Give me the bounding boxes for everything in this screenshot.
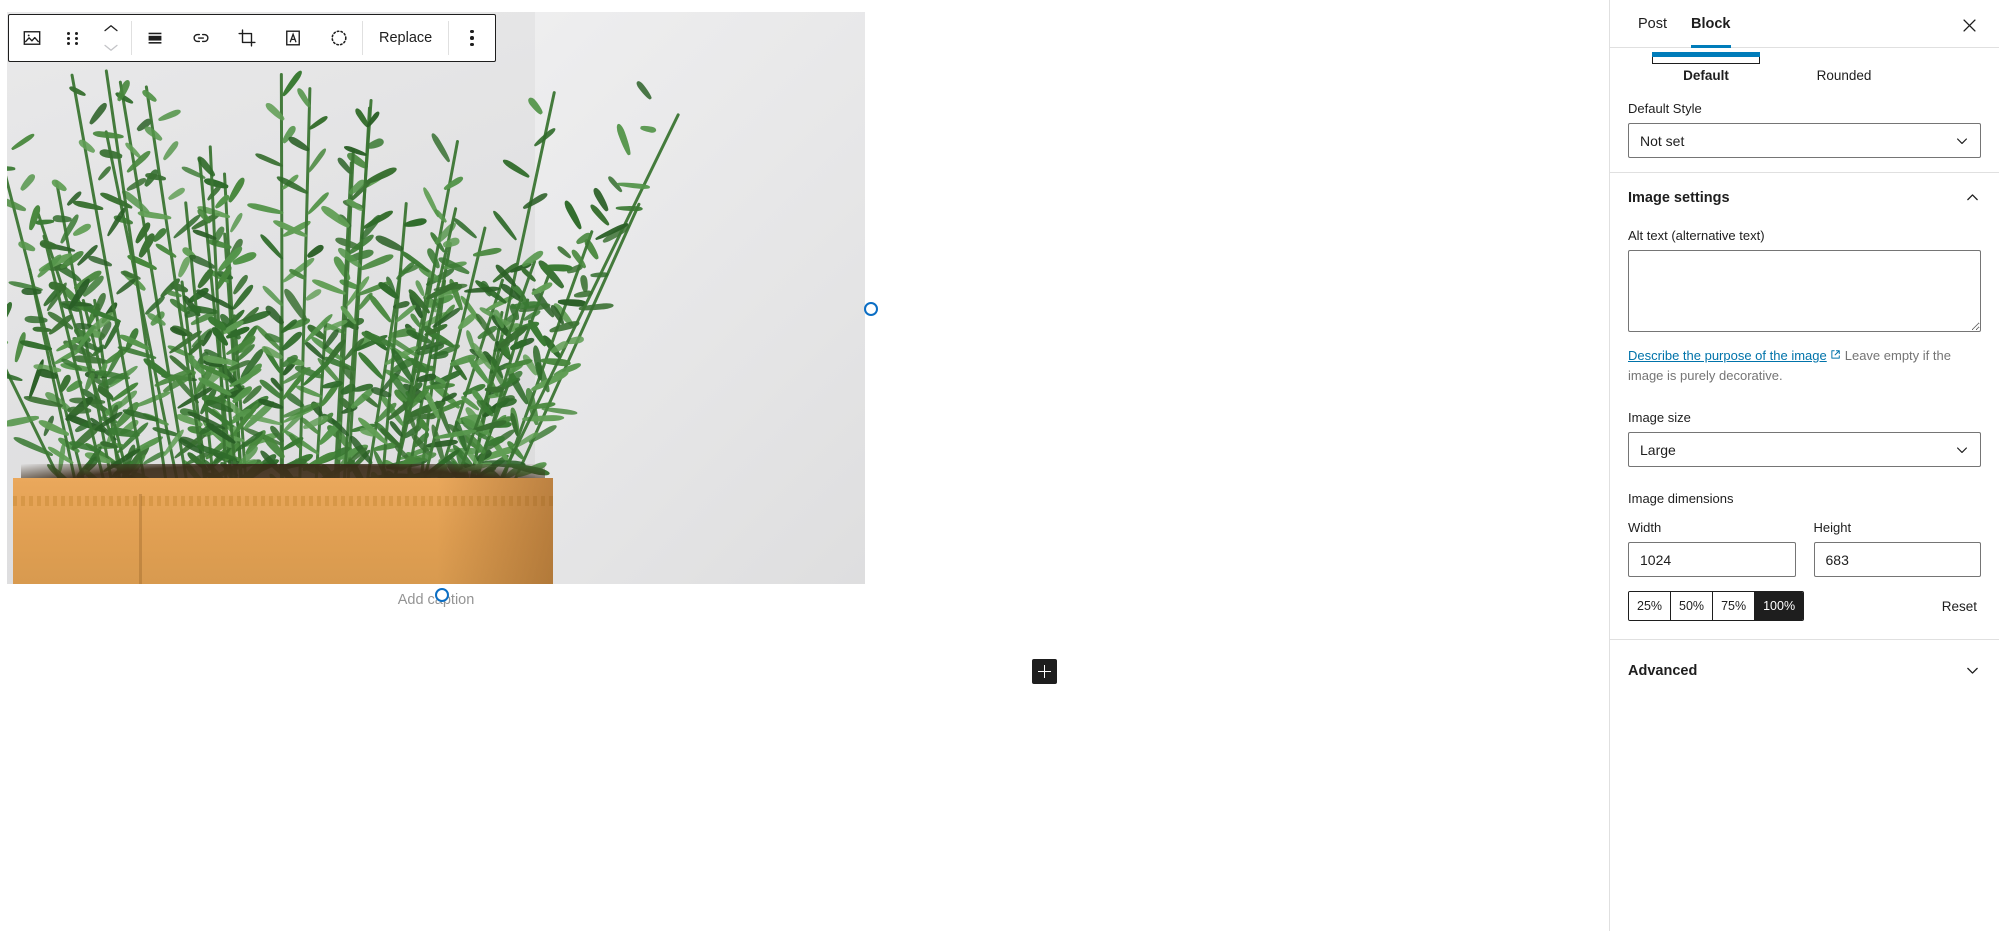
move-up-icon-button[interactable] [93, 19, 129, 38]
scale-buttons-row: 25% 50% 75% 100% Reset [1628, 591, 1981, 622]
width-input[interactable] [1628, 542, 1796, 578]
close-icon [1962, 18, 1976, 32]
plant-foliage [7, 22, 707, 499]
resize-handle-bottom[interactable] [435, 588, 449, 602]
tab-block[interactable]: Block [1679, 0, 1743, 48]
height-input[interactable] [1813, 542, 1981, 578]
advanced-title: Advanced [1628, 662, 1698, 679]
vertical-dots-icon [470, 29, 474, 47]
style-label-default: Default [1683, 68, 1729, 83]
block-movers [91, 15, 131, 61]
scale-75-button[interactable]: 75% [1713, 592, 1756, 621]
height-field: Height [1813, 520, 1981, 578]
height-label: Height [1813, 520, 1852, 536]
image-settings-panel: Image settings Alt text (alternative tex… [1610, 172, 1999, 641]
drag-handle-icon [67, 31, 79, 45]
default-style-select[interactable]: Not set [1628, 123, 1981, 158]
image-block[interactable] [7, 12, 878, 602]
reset-dimensions-button[interactable]: Reset [1938, 599, 1981, 614]
image-size-value: Large [1640, 441, 1676, 458]
style-preview-rounded [1784, 46, 1904, 62]
image-settings-toggle[interactable]: Image settings [1628, 189, 1981, 206]
width-field: Width [1628, 520, 1796, 578]
dimensions-inputs-row: Width Height [1628, 520, 1981, 578]
alt-text-label: Alt text (alternative text) [1628, 228, 1765, 243]
block-toolbar-format-group [132, 15, 362, 61]
chevron-down-icon [1967, 668, 1978, 674]
scale-100-button[interactable]: 100% [1755, 592, 1804, 621]
close-sidebar-button[interactable] [1953, 9, 1985, 41]
describe-image-link[interactable]: Describe the purpose of the image [1628, 348, 1827, 363]
crop-icon [238, 29, 256, 47]
external-link-icon [1831, 350, 1840, 359]
default-style-label: Default Style [1628, 101, 1702, 116]
text-over-image-icon-button[interactable] [270, 15, 316, 61]
width-label: Width [1628, 520, 1662, 536]
style-label-rounded: Rounded [1816, 68, 1872, 83]
tab-post[interactable]: Post [1626, 0, 1679, 48]
chevron-up-icon [1967, 194, 1978, 201]
scale-25-button[interactable]: 25% [1629, 592, 1672, 621]
default-style-value: Not set [1640, 132, 1685, 149]
move-down-icon-button[interactable] [93, 38, 129, 57]
style-variations-row: Default Rounded [1628, 46, 1981, 83]
style-variation-rounded[interactable]: Rounded [1784, 46, 1904, 83]
more-options-button[interactable] [449, 15, 495, 61]
style-preview-default [1646, 46, 1766, 64]
link-icon-button[interactable] [178, 15, 224, 61]
chevron-down-icon [1957, 447, 1967, 453]
scale-50-button[interactable]: 50% [1671, 592, 1714, 621]
image-size-label: Image size [1628, 410, 1691, 426]
move-down-icon [104, 44, 118, 51]
advanced-toggle[interactable]: Advanced [1628, 662, 1981, 679]
image-preview[interactable] [7, 12, 865, 584]
duotone-filter-icon [331, 30, 347, 46]
image-size-field: Image size Large [1628, 410, 1981, 468]
pot-fold [139, 494, 142, 584]
move-up-icon [104, 25, 118, 32]
image-size-select[interactable]: Large [1628, 432, 1981, 468]
alt-text-field: Alt text (alternative text) Describe the… [1628, 228, 1981, 386]
block-toolbar: Replace [8, 14, 497, 62]
text-over-image-icon [286, 30, 300, 46]
style-variation-default[interactable]: Default [1646, 46, 1766, 83]
scale-button-group: 25% 50% 75% 100% [1628, 591, 1805, 622]
link-icon [193, 33, 209, 43]
replace-button[interactable]: Replace [363, 15, 448, 61]
image-dimensions-field: Image dimensions Width Height 25% 50% 75… [1628, 491, 1981, 622]
resize-handle-right[interactable] [864, 302, 878, 316]
alt-text-input[interactable] [1628, 250, 1981, 332]
drag-handle-icon-button[interactable] [55, 15, 91, 61]
duotone-filter-icon-button[interactable] [316, 15, 362, 61]
alt-text-help: Describe the purpose of the image Leave e… [1628, 346, 1981, 386]
sidebar-tab-bar: Post Block [1610, 0, 1999, 48]
chevron-down-icon [1957, 137, 1967, 144]
block-inserter-button[interactable] [1032, 659, 1057, 684]
pot-shadow [437, 478, 553, 584]
advanced-panel: Advanced [1610, 640, 1999, 697]
crop-icon-button[interactable] [224, 15, 270, 61]
align-icon-button[interactable] [132, 15, 178, 61]
image-block-icon [23, 31, 41, 45]
block-toolbar-left-group [9, 15, 131, 61]
block-styles-section: Default Rounded Default Style Not set [1610, 48, 1999, 172]
settings-sidebar: Post Block Default Rounded Default Style… [1609, 0, 1999, 931]
align-icon [148, 32, 162, 44]
image-settings-title: Image settings [1628, 189, 1730, 206]
editor-canvas: Replace Add caption [0, 0, 1609, 931]
image-block-icon-button[interactable] [9, 15, 55, 61]
image-dimensions-label: Image dimensions [1628, 491, 1734, 507]
default-style-field: Default Style Not set [1628, 101, 1981, 158]
